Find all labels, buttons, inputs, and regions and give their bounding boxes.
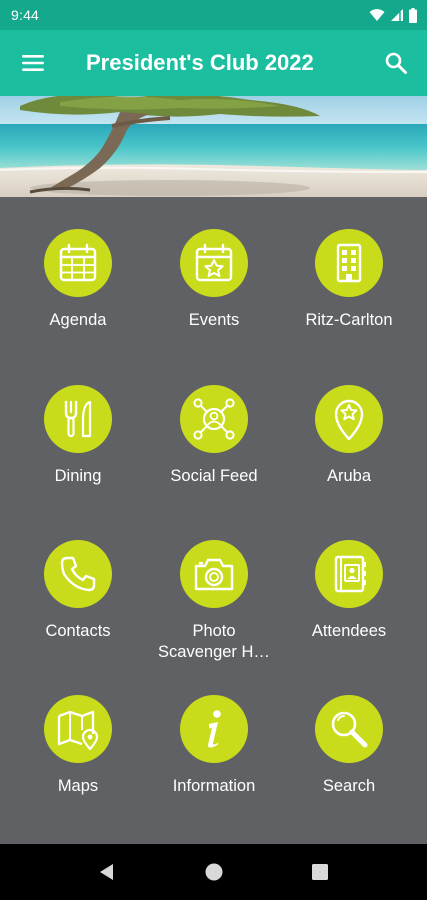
tile-contacts[interactable]: Contacts — [10, 540, 146, 680]
tile-information[interactable]: Information — [146, 695, 282, 835]
hero-banner-image — [0, 96, 427, 197]
page-title: President's Club 2022 — [86, 50, 314, 75]
tile-maps-badge — [44, 695, 112, 763]
status-bar: 9:44 — [0, 0, 427, 30]
tile-events-label: Events — [188, 311, 240, 329]
battery-icon — [409, 7, 417, 23]
magnifier-icon — [331, 711, 368, 748]
tile-search-badge — [315, 695, 383, 763]
back-button[interactable] — [93, 858, 121, 886]
back-icon — [100, 864, 113, 880]
calendar-grid-icon — [59, 243, 97, 282]
tile-attendees[interactable]: Attendees — [281, 540, 417, 680]
menu-button[interactable] — [14, 45, 52, 81]
tile-contacts-badge — [44, 540, 112, 608]
menu-grid: Agenda Events Ritz-Carlton Dining Social… — [0, 197, 427, 844]
tile-contacts-label: Contacts — [45, 622, 111, 640]
tile-agenda-badge — [44, 229, 112, 297]
map-pin-star-icon — [334, 399, 364, 441]
hotel-building-icon — [336, 243, 362, 283]
tile-aruba-label: Aruba — [326, 467, 372, 485]
social-network-icon — [193, 398, 235, 440]
search-icon — [385, 52, 407, 74]
system-navigation-bar — [0, 844, 427, 900]
tile-agenda-label: Agenda — [49, 311, 107, 329]
tile-ritz-carlton[interactable]: Ritz-Carlton — [281, 229, 417, 369]
tile-events[interactable]: Events — [146, 229, 282, 369]
home-button[interactable] — [200, 858, 228, 886]
fork-knife-icon — [64, 400, 92, 438]
recents-icon — [312, 864, 328, 880]
tile-search-label: Search — [322, 777, 376, 795]
tile-social-feed[interactable]: Social Feed — [146, 385, 282, 525]
tile-ritz-carlton-label: Ritz-Carlton — [305, 311, 393, 329]
app-bar: President's Club 2022 — [0, 30, 427, 96]
tile-dining-label: Dining — [54, 467, 102, 485]
tile-dining[interactable]: Dining — [10, 385, 146, 525]
status-time: 9:44 — [11, 7, 40, 23]
tile-maps[interactable]: Maps — [10, 695, 146, 835]
tile-attendees-badge — [315, 540, 383, 608]
tile-photo-scavenger-hunt-badge — [180, 540, 248, 608]
tile-photo-scavenger-hunt[interactable]: Photo Scavenger H… — [146, 540, 282, 680]
recents-button[interactable] — [306, 858, 334, 886]
camera-icon — [194, 558, 234, 591]
map-icon — [57, 710, 99, 750]
calendar-star-icon — [195, 243, 233, 282]
tile-search[interactable]: Search — [281, 695, 417, 835]
tile-aruba[interactable]: Aruba — [281, 385, 417, 525]
home-icon — [205, 863, 223, 881]
tile-dining-badge — [44, 385, 112, 453]
search-button[interactable] — [377, 44, 415, 82]
wifi-icon — [369, 9, 385, 21]
tile-photo-scavenger-hunt-label: Photo Scavenger H… — [158, 622, 270, 661]
status-icons — [369, 6, 417, 24]
tile-social-feed-badge — [180, 385, 248, 453]
tile-aruba-badge — [315, 385, 383, 453]
tile-events-badge — [180, 229, 248, 297]
tile-information-badge — [180, 695, 248, 763]
info-icon — [208, 710, 221, 748]
phone-icon — [60, 556, 96, 592]
tile-information-label: Information — [172, 777, 256, 795]
signal-icon — [391, 9, 403, 21]
tile-social-feed-label: Social Feed — [170, 467, 258, 485]
tile-agenda[interactable]: Agenda — [10, 229, 146, 369]
tile-ritz-carlton-badge — [315, 229, 383, 297]
address-book-icon — [334, 555, 366, 593]
tile-maps-label: Maps — [57, 777, 99, 795]
hamburger-menu-icon — [22, 55, 44, 71]
tile-attendees-label: Attendees — [311, 622, 387, 640]
